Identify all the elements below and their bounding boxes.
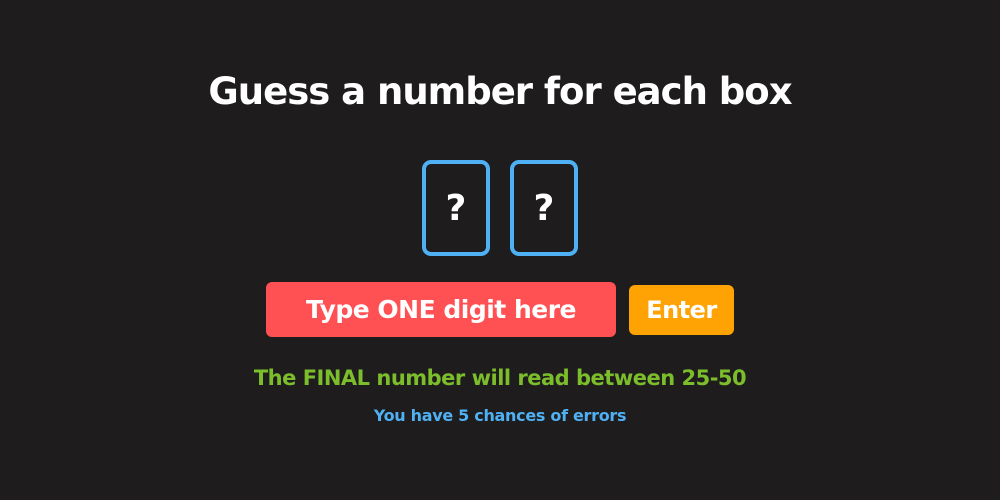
game-title: Guess a number for each box [208,70,792,113]
enter-button[interactable]: Enter [629,285,734,335]
digit-box-1: ? [422,160,490,256]
chances-hint: You have 5 chances of errors [373,406,627,425]
digit-input[interactable] [266,282,616,337]
digit-boxes: ? ? [0,160,1000,256]
input-row: Enter [266,282,736,338]
digit-box-2: ? [510,160,578,256]
range-hint: The FINAL number will read between 25-50 [253,366,747,390]
